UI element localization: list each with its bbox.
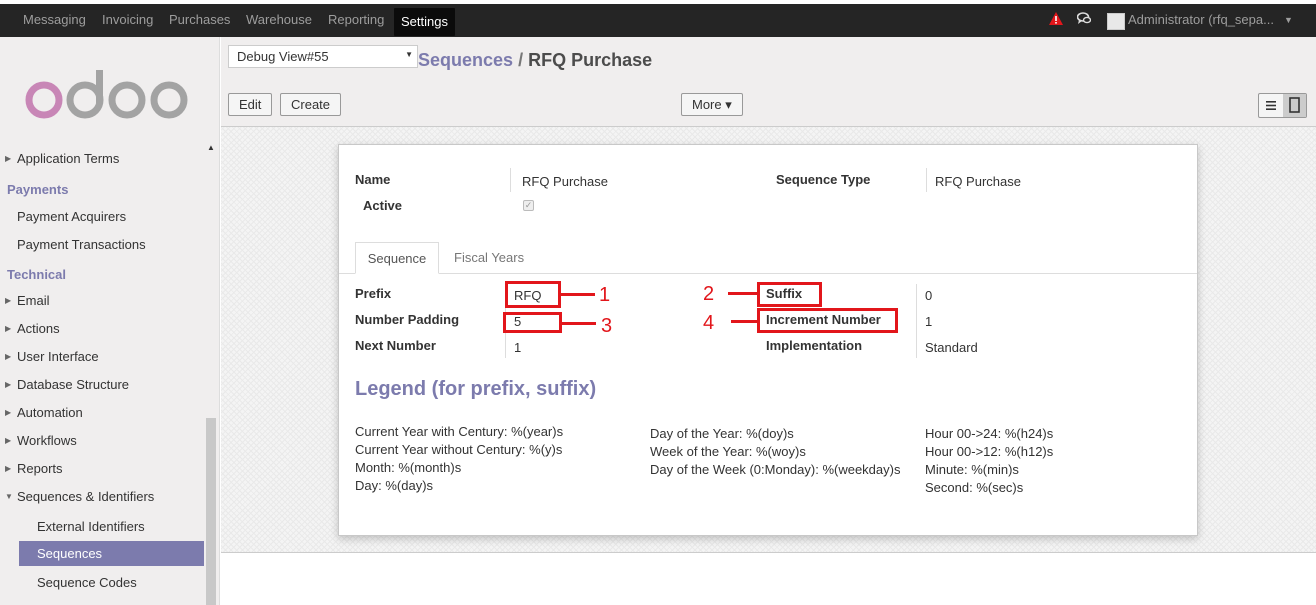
name-field[interactable]: RFQ Purchase [522,174,608,189]
annotation-arrow [728,292,758,295]
page-title: RFQ Purchase [528,50,653,70]
legend-line: Month: %(month)s [355,460,462,475]
sidebar-item-email[interactable]: ▶ Email [0,289,204,313]
annotation-number-1: 1 [599,284,611,306]
annotation-box-suffix [757,282,822,307]
sidebar-item-sequences[interactable]: Sequences [19,541,204,566]
legend-line: Day: %(day)s [355,478,434,493]
sequence-type-label: Sequence Type [776,172,871,187]
menu-reporting[interactable]: Reporting [328,12,384,27]
scroll-up-icon[interactable]: ▲ [207,143,215,152]
sidebar-item-payment-transactions[interactable]: Payment Transactions [17,237,146,252]
menu-settings[interactable]: Settings [394,8,455,36]
legend-line: Hour 00->12: %(h12)s [925,444,1054,459]
create-button[interactable]: Create [280,93,342,116]
active-label: Active [363,198,403,213]
user-menu[interactable]: Administrator (rfq_sepa... [1128,12,1274,27]
menu-warehouse[interactable]: Warehouse [246,12,312,27]
divider [916,284,917,358]
annotation-arrow [561,293,595,296]
warning-icon[interactable] [1049,12,1063,25]
sidebar-item-payment-acquirers[interactable]: Payment Acquirers [17,209,126,224]
legend-line: Week of the Year: %(woy)s [650,444,806,459]
caret-right-icon: ▶ [5,380,12,389]
implementation-label: Implementation [766,338,863,353]
menu-purchases[interactable]: Purchases [169,12,230,27]
sidebar: ▲ ▶ Application Terms Payments Payment A… [0,37,220,605]
number-padding-label: Number Padding [355,312,460,327]
annotation-arrow [731,320,758,323]
caret-right-icon: ▶ [5,436,12,445]
sidebar-item-workflows[interactable]: ▶ Workflows [0,429,204,453]
chat-icon[interactable] [1077,12,1091,25]
avatar[interactable] [1107,13,1125,30]
form-view-icon[interactable] [1283,94,1306,117]
name-label: Name [355,172,391,187]
legend-line: Minute: %(min)s [925,462,1019,477]
sidebar-item-user-interface[interactable]: ▶ User Interface [0,345,204,369]
view-switcher [1258,93,1307,118]
debug-view-select[interactable]: Debug View#55 ▼ [228,45,418,68]
caret-right-icon: ▶ [5,324,12,333]
top-navbar: Messaging Invoicing Purchases Warehouse … [0,0,1316,37]
chevron-down-icon[interactable]: ▼ [1284,15,1293,25]
tab-fiscal-years[interactable]: Fiscal Years [454,242,524,274]
sidebar-item-application-terms[interactable]: ▶ Application Terms [0,147,204,171]
sidebar-header-payments: Payments [7,182,69,197]
suffix-field[interactable]: 0 [925,288,932,303]
tab-sequence[interactable]: Sequence [355,242,439,274]
implementation-field[interactable]: Standard [925,340,978,355]
legend-line: Second: %(sec)s [925,480,1024,495]
annotation-box-increment [757,308,898,333]
sidebar-item-sequence-codes[interactable]: Sequence Codes [37,575,137,590]
caret-right-icon: ▶ [5,296,12,305]
caret-down-icon: ▼ [5,492,13,501]
sidebar-item-external-identifiers[interactable]: External Identifiers [37,519,145,534]
caret-right-icon: ▶ [5,464,12,473]
annotation-box-padding [503,312,562,333]
legend-line: Current Year with Century: %(year)s [355,424,564,439]
caret-right-icon: ▶ [5,154,12,163]
odoo-logo [25,70,188,119]
sequence-type-field[interactable]: RFQ Purchase [935,174,1021,189]
sidebar-item-database-structure[interactable]: ▶ Database Structure [0,373,204,397]
prefix-label: Prefix [355,286,392,301]
annotation-arrow [562,322,596,325]
legend-line: Current Year without Century: %(y)s [355,442,563,457]
caret-right-icon: ▶ [5,352,12,361]
scrollbar-thumb[interactable] [206,418,216,605]
sidebar-scrollbar[interactable]: ▲ [204,135,218,605]
annotation-number-4: 4 [703,312,715,334]
legend-title: Legend (for prefix, suffix) [355,378,597,400]
sidebar-item-reports[interactable]: ▶ Reports [0,457,204,481]
annotation-number-2: 2 [703,283,715,305]
next-number-label: Next Number [355,338,436,353]
list-view-icon[interactable] [1259,94,1283,117]
breadcrumb: Sequences / RFQ Purchase [418,50,653,70]
legend-line: Day of the Week (0:Monday): %(weekday)s [650,462,901,477]
active-checkbox[interactable]: ✓ [523,200,534,211]
legend-line: Day of the Year: %(doy)s [650,426,794,441]
chevron-down-icon: ▼ [405,50,413,59]
sidebar-header-technical: Technical [7,267,67,282]
annotation-number-3: 3 [601,315,613,337]
edit-button[interactable]: Edit [228,93,273,116]
increment-number-field[interactable]: 1 [925,314,932,329]
caret-right-icon: ▶ [5,408,12,417]
sidebar-item-actions[interactable]: ▶ Actions [0,317,204,341]
annotation-box-prefix [505,281,561,308]
sidebar-item-sequences-identifiers[interactable]: ▼ Sequences & Identifiers [0,485,204,509]
breadcrumb-sequences[interactable]: Sequences [418,50,513,70]
more-button[interactable]: More ▾ [681,93,743,116]
menu-messaging[interactable]: Messaging [23,12,86,27]
control-panel: Debug View#55 ▼ Sequences / RFQ Purchase… [221,37,1316,127]
next-number-field[interactable]: 1 [514,340,521,355]
sidebar-item-automation[interactable]: ▶ Automation [0,401,204,425]
menu-invoicing[interactable]: Invoicing [102,12,153,27]
legend-line: Hour 00->24: %(h24)s [925,426,1054,441]
divider [510,168,511,192]
divider [926,168,927,192]
bottom-area [221,554,1316,605]
